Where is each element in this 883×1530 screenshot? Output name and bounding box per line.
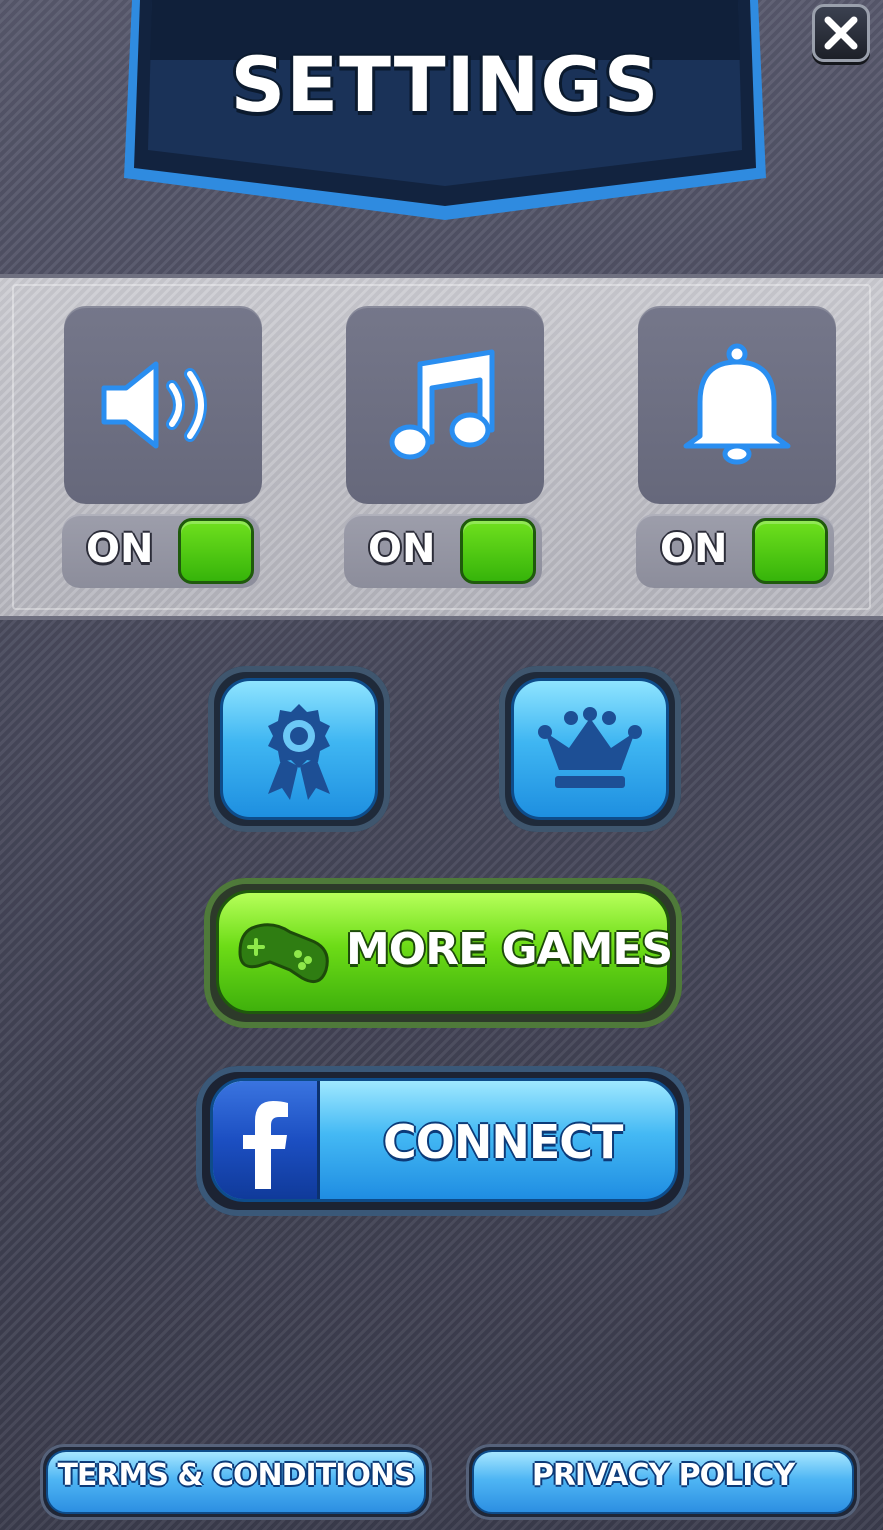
sound-toggle[interactable]: ON: [62, 514, 260, 588]
privacy-button[interactable]: PRIVACY POLICY: [466, 1444, 860, 1520]
music-note-icon: [389, 349, 495, 460]
terms-label: TERMS & CONDITIONS: [57, 1458, 415, 1493]
audio-settings-panel: ON ON ON: [0, 274, 883, 620]
music-tile: [346, 306, 544, 504]
sound-toggle-label: ON: [86, 526, 154, 572]
facebook-connect-button[interactable]: CONNECT: [196, 1066, 690, 1216]
connect-label: CONNECT: [383, 1115, 623, 1169]
gamepad-icon: [238, 923, 329, 984]
close-x-icon: [824, 16, 858, 50]
sound-toggle-knob[interactable]: [178, 518, 254, 584]
bell-icon: [683, 343, 791, 465]
page-title: SETTINGS: [230, 40, 660, 129]
facebook-badge: [213, 1081, 320, 1199]
award-ribbon-icon: [268, 704, 330, 800]
music-toggle[interactable]: ON: [344, 514, 542, 588]
close-button[interactable]: [812, 4, 870, 62]
terms-button[interactable]: TERMS & CONDITIONS: [40, 1444, 432, 1520]
crown-icon: [538, 707, 642, 788]
notifications-toggle[interactable]: ON: [636, 514, 834, 588]
more-games-label: MORE GAMES: [346, 924, 673, 975]
settings-banner: SETTINGS: [122, 0, 768, 222]
notifications-tile: [638, 306, 836, 504]
sound-tile: [64, 306, 262, 504]
more-games-button[interactable]: MORE GAMES: [204, 878, 682, 1028]
music-toggle-label: ON: [368, 526, 436, 572]
speaker-icon: [101, 361, 207, 449]
facebook-connect-face: CONNECT: [210, 1078, 678, 1202]
notifications-toggle-knob[interactable]: [752, 518, 828, 584]
privacy-label: PRIVACY POLICY: [531, 1458, 795, 1493]
facebook-f-icon: [243, 1101, 288, 1189]
notifications-toggle-label: ON: [660, 526, 728, 572]
leaderboard-button[interactable]: [499, 666, 681, 832]
achievements-button[interactable]: [208, 666, 390, 832]
music-toggle-knob[interactable]: [460, 518, 536, 584]
